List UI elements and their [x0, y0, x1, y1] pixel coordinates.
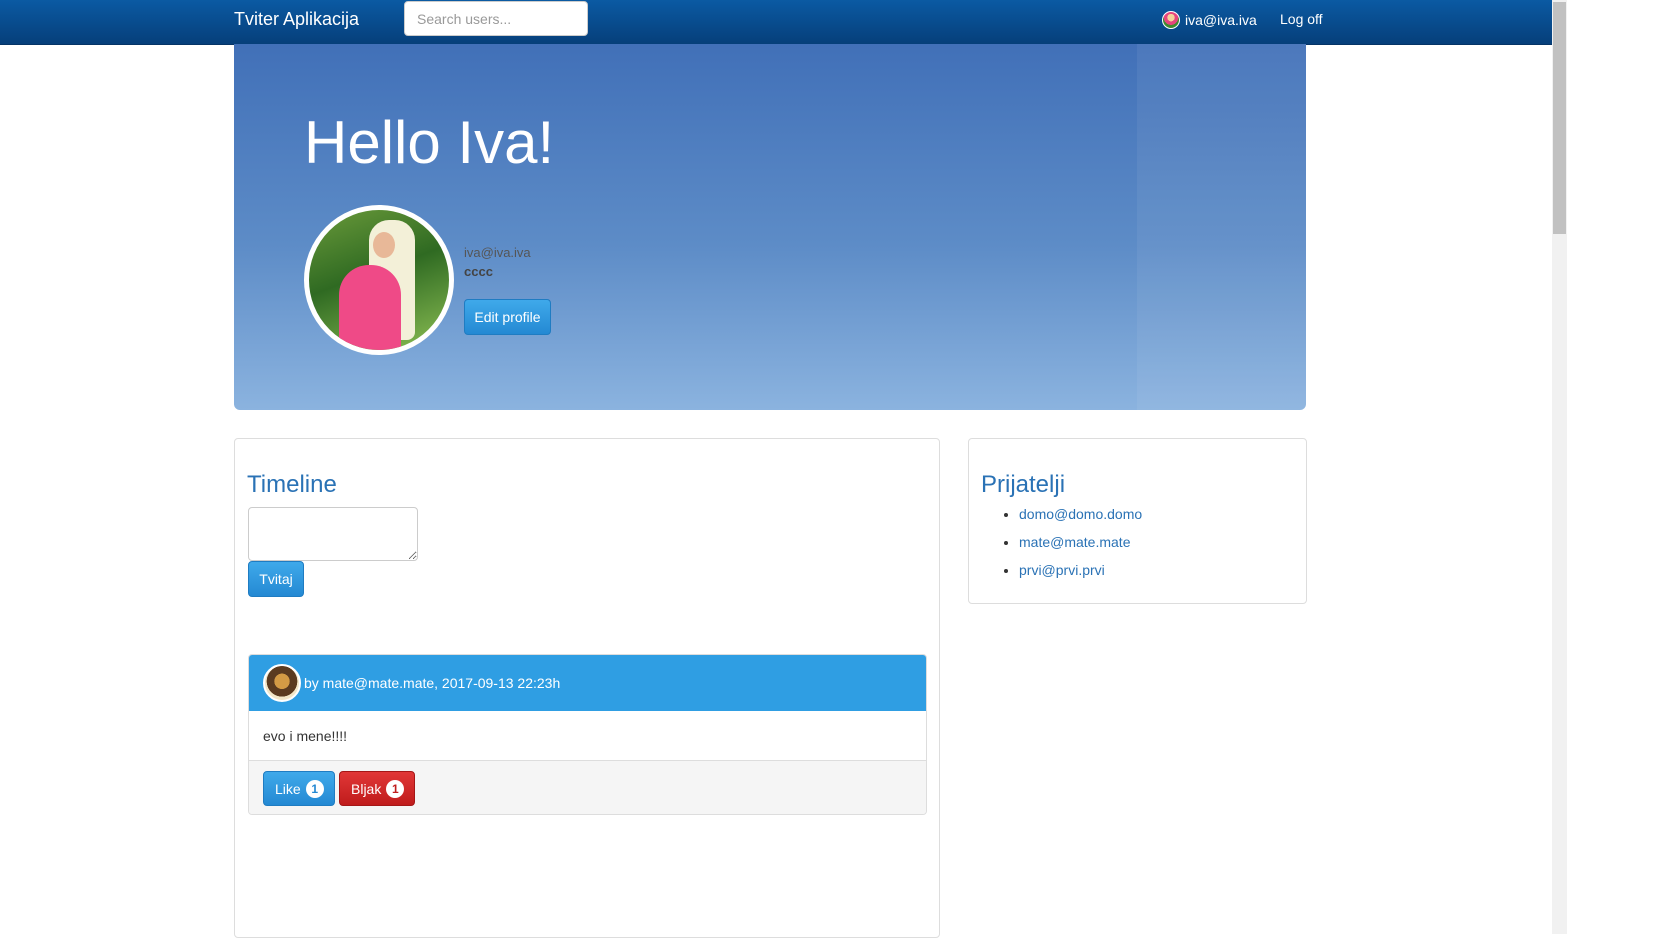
brand-link[interactable]: Tviter Aplikacija: [234, 9, 359, 30]
tweet-header: by mate@mate.mate, 2017-09-13 22:23h: [249, 655, 926, 711]
scrollbar-thumb[interactable]: [1553, 2, 1566, 234]
bljak-label: Bljak: [351, 780, 382, 797]
timeline-panel: Timeline Tvitaj by mate@mate.mate, 2017-…: [234, 438, 940, 938]
navbar: Tviter Aplikacija iva@iva.iva Log off: [0, 0, 1552, 45]
friend-link[interactable]: mate@mate.mate: [1019, 534, 1130, 550]
tweet-meta: by mate@mate.mate, 2017-09-13 22:23h: [304, 675, 561, 691]
tweet-actions: Like 1 Bljak 1: [249, 760, 926, 814]
bljak-button[interactable]: Bljak 1: [339, 771, 415, 806]
friend-link[interactable]: prvi@prvi.prvi: [1019, 562, 1105, 578]
friend-link[interactable]: domo@domo.domo: [1019, 506, 1142, 522]
search-users-input[interactable]: [404, 1, 588, 36]
hero-side-overlay: [1137, 44, 1306, 410]
profile-email: iva@iva.iva: [464, 245, 531, 260]
current-user-link[interactable]: iva@iva.iva: [1162, 10, 1257, 30]
friends-title: Prijatelji: [981, 471, 1066, 498]
profile-avatar: [304, 205, 454, 355]
tweet-card: by mate@mate.mate, 2017-09-13 22:23h evo…: [248, 654, 927, 815]
tweet-textarea[interactable]: [248, 507, 418, 561]
like-label: Like: [275, 780, 301, 797]
friends-panel: Prijatelji domo@domo.domo mate@mate.mate…: [968, 438, 1307, 604]
tweet-button[interactable]: Tvitaj: [248, 561, 304, 597]
logoff-link[interactable]: Log off: [1280, 11, 1323, 27]
bljak-count-badge: 1: [386, 779, 405, 798]
list-item: mate@mate.mate: [1019, 534, 1142, 562]
greeting-heading: Hello Iva!: [304, 109, 555, 176]
tweet-text: evo i mene!!!!: [263, 728, 348, 744]
like-count-badge: 1: [305, 779, 324, 798]
like-button[interactable]: Like 1: [263, 771, 335, 806]
profile-status: cccc: [464, 264, 493, 279]
user-avatar-icon: [1162, 11, 1180, 29]
current-user-email: iva@iva.iva: [1185, 12, 1257, 28]
timeline-title: Timeline: [247, 471, 337, 498]
friends-list: domo@domo.domo mate@mate.mate prvi@prvi.…: [981, 506, 1142, 590]
tweet-author-avatar: [263, 664, 301, 702]
list-item: domo@domo.domo: [1019, 506, 1142, 534]
profile-hero: Hello Iva! iva@iva.iva cccc Edit profile: [234, 44, 1306, 410]
edit-profile-button[interactable]: Edit profile: [464, 299, 551, 335]
list-item: prvi@prvi.prvi: [1019, 562, 1142, 590]
